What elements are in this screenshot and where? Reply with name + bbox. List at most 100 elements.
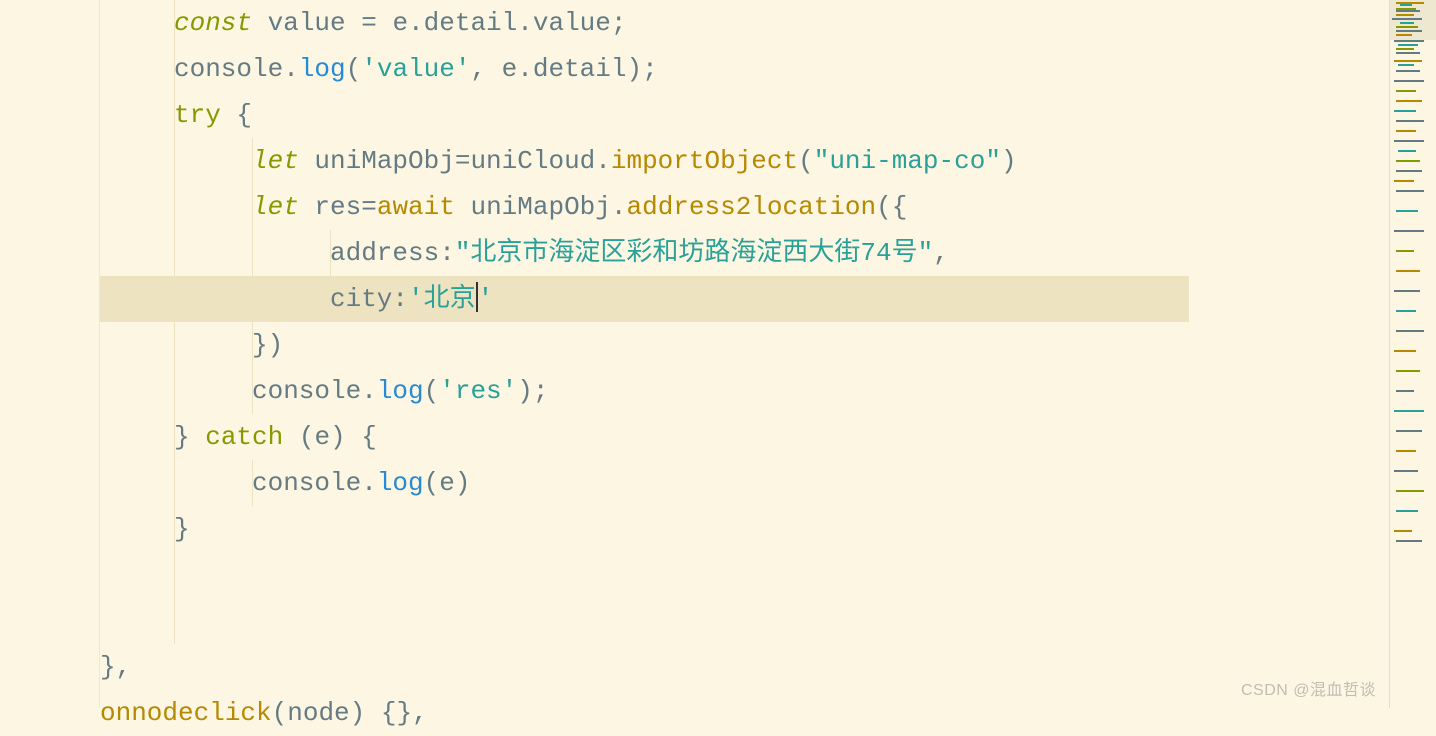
- minimap-block: [1396, 130, 1416, 132]
- minimap-block: [1396, 330, 1424, 332]
- token: "uni-map-co": [814, 146, 1001, 176]
- minimap-block: [1398, 150, 1416, 152]
- token: "北京市海淀区彩和坊路海淀西大街74号": [455, 238, 933, 268]
- code-line[interactable]: let res=await uniMapObj.address2location…: [100, 184, 1189, 230]
- token: (e) {: [283, 422, 377, 452]
- token: , e.detail);: [470, 54, 657, 84]
- token: try: [174, 100, 221, 130]
- minimap-block: [1396, 490, 1424, 492]
- minimap-block: [1396, 170, 1422, 172]
- code-line[interactable]: } catch (e) {: [100, 414, 1189, 460]
- code-line-content: console.log('res');: [100, 376, 548, 406]
- code-line-content: }: [100, 514, 190, 544]
- token: log: [377, 468, 424, 498]
- code-line-content: address:"北京市海淀区彩和坊路海淀西大街74号",: [100, 238, 949, 268]
- code-line-content: let res=await uniMapObj.address2location…: [100, 192, 907, 222]
- minimap-block: [1400, 4, 1412, 6]
- minimap-block: [1396, 120, 1424, 122]
- minimap-block: [1396, 34, 1412, 36]
- token: let: [252, 146, 314, 176]
- minimap-block: [1394, 110, 1416, 112]
- token: console.: [252, 376, 377, 406]
- minimap-block: [1394, 60, 1422, 62]
- token: uniMapObj=uniCloud.: [314, 146, 610, 176]
- minimap-block: [1394, 180, 1414, 182]
- minimap-block: [1396, 430, 1422, 432]
- minimap-block: [1396, 510, 1418, 512]
- token: value = e.detail.value;: [268, 8, 627, 38]
- token: 'value': [361, 54, 470, 84]
- code-line[interactable]: let uniMapObj=uniCloud.importObject("uni…: [100, 138, 1189, 184]
- code-line[interactable]: }: [100, 506, 1189, 552]
- code-line[interactable]: try {: [100, 92, 1189, 138]
- minimap-block: [1396, 48, 1414, 50]
- token: let: [252, 192, 314, 222]
- token: 'res': [439, 376, 517, 406]
- token: (: [798, 146, 814, 176]
- minimap-block: [1396, 26, 1418, 28]
- token: }): [252, 330, 283, 360]
- token: res=: [314, 192, 376, 222]
- token: console.: [174, 54, 299, 84]
- minimap-block: [1396, 160, 1420, 162]
- token: },: [100, 652, 131, 682]
- minimap-block: [1396, 210, 1418, 212]
- code-line-content: },: [100, 652, 131, 682]
- minimap-block: [1394, 40, 1424, 42]
- token: (: [424, 376, 440, 406]
- minimap-block: [1396, 100, 1422, 102]
- code-line-content: console.log(e): [100, 468, 470, 498]
- minimap-block: [1398, 64, 1414, 66]
- token: address:: [330, 238, 455, 268]
- minimap-block: [1396, 450, 1416, 452]
- code-line[interactable]: onnodeclick(node) {},: [100, 690, 1189, 736]
- code-line[interactable]: }): [100, 322, 1189, 368]
- minimap-block: [1394, 350, 1416, 352]
- minimap-block: [1396, 270, 1420, 272]
- token: importObject: [611, 146, 798, 176]
- minimap-block: [1394, 80, 1424, 82]
- code-line[interactable]: console.log('res');: [100, 368, 1189, 414]
- minimap-block: [1396, 52, 1420, 54]
- code-line-content: const value = e.detail.value;: [100, 8, 626, 38]
- code-line[interactable]: },: [100, 644, 1189, 690]
- token: log: [377, 376, 424, 406]
- minimap-block: [1394, 530, 1412, 532]
- minimap[interactable]: [1389, 0, 1436, 708]
- code-line[interactable]: [100, 552, 1189, 598]
- minimap-block: [1392, 18, 1422, 20]
- minimap-block: [1394, 140, 1424, 142]
- token: address2location: [627, 192, 877, 222]
- code-line[interactable]: console.log(e): [100, 460, 1189, 506]
- token: ': [478, 284, 494, 314]
- token: (e): [424, 468, 471, 498]
- code-line[interactable]: address:"北京市海淀区彩和坊路海淀西大街74号",: [100, 230, 1189, 276]
- code-line-content: } catch (e) {: [100, 422, 377, 452]
- token: catch: [205, 422, 283, 452]
- token: const: [174, 8, 268, 38]
- code-line[interactable]: const value = e.detail.value;: [100, 0, 1189, 46]
- minimap-block: [1396, 30, 1422, 32]
- minimap-block: [1396, 90, 1416, 92]
- code-line-content: console.log('value', e.detail);: [100, 54, 658, 84]
- code-line-content: [100, 606, 174, 636]
- token: }: [174, 422, 205, 452]
- minimap-block: [1396, 310, 1416, 312]
- token: );: [517, 376, 548, 406]
- code-line-content: }): [100, 330, 283, 360]
- minimap-block: [1396, 390, 1414, 392]
- minimap-block: [1396, 540, 1422, 542]
- token: '北京: [408, 284, 476, 314]
- minimap-block: [1400, 22, 1414, 24]
- code-line-content: let uniMapObj=uniCloud.importObject("uni…: [100, 146, 1017, 176]
- code-line[interactable]: city:'北京': [100, 276, 1189, 322]
- code-area[interactable]: const value = e.detail.value;console.log…: [100, 0, 1189, 708]
- token: (node) {},: [272, 698, 428, 728]
- code-line[interactable]: console.log('value', e.detail);: [100, 46, 1189, 92]
- code-editor[interactable]: const value = e.detail.value;console.log…: [0, 0, 1189, 708]
- code-line-content: [100, 560, 174, 590]
- code-line[interactable]: [100, 598, 1189, 644]
- code-line-content: onnodeclick(node) {},: [100, 698, 428, 728]
- token: ,: [933, 238, 949, 268]
- code-line-content: try {: [100, 100, 252, 130]
